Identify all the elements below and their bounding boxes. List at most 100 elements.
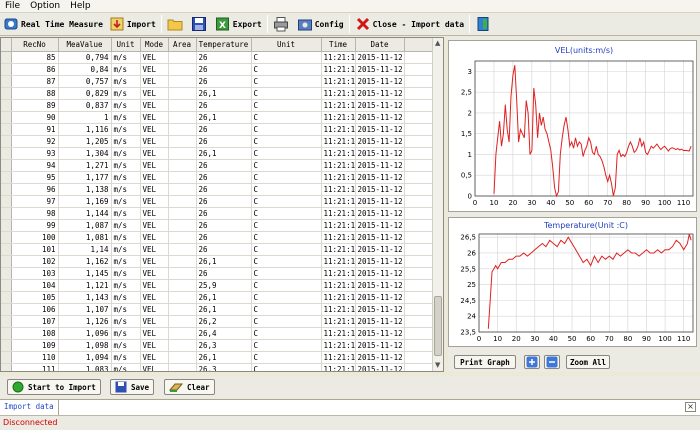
table-cell[interactable]: 1 <box>58 111 112 124</box>
table-cell[interactable]: 11:21:17 <box>321 243 356 256</box>
table-cell[interactable]: C <box>251 135 322 148</box>
table-cell[interactable]: m/s <box>111 51 141 64</box>
table-cell[interactable]: C <box>251 303 322 316</box>
clear-button[interactable]: Clear <box>164 379 215 395</box>
table-cell[interactable]: C <box>251 231 322 244</box>
row-indicator[interactable] <box>1 291 12 304</box>
table-cell[interactable]: 2015-11-12 <box>355 219 405 232</box>
table-cell[interactable] <box>168 171 197 184</box>
table-cell[interactable]: m/s <box>111 303 141 316</box>
row-indicator[interactable] <box>1 339 12 352</box>
column-header[interactable]: MeaValue <box>58 38 112 52</box>
row-indicator[interactable] <box>1 219 12 232</box>
table-cell[interactable]: 11:21:17 <box>321 171 356 184</box>
table-cell[interactable]: m/s <box>111 243 141 256</box>
table-cell[interactable] <box>168 243 197 256</box>
column-header[interactable]: Time <box>321 38 356 52</box>
table-cell[interactable]: 91 <box>11 123 59 136</box>
table-cell[interactable]: 1,205 <box>58 135 112 148</box>
table-cell[interactable]: C <box>251 219 322 232</box>
table-cell[interactable]: 93 <box>11 147 59 160</box>
table-cell[interactable]: m/s <box>111 135 141 148</box>
table-cell[interactable]: 1,144 <box>58 207 112 220</box>
table-cell[interactable]: m/s <box>111 171 141 184</box>
table-row[interactable]: 880,829m/sVEL 26,1C11:21:172015-11-12 <box>1 87 435 100</box>
table-cell[interactable]: 1,098 <box>58 339 112 352</box>
table-cell[interactable]: 1,081 <box>58 231 112 244</box>
table-cell[interactable]: C <box>251 207 322 220</box>
table-cell[interactable]: VEL <box>140 63 169 76</box>
table-cell[interactable]: m/s <box>111 99 141 112</box>
table-cell[interactable]: 97 <box>11 195 59 208</box>
table-cell[interactable]: 0,794 <box>58 51 112 64</box>
table-cell[interactable]: m/s <box>111 63 141 76</box>
table-cell[interactable]: 11:21:17 <box>321 279 356 292</box>
table-cell[interactable]: 1,138 <box>58 183 112 196</box>
table-cell[interactable]: 99 <box>11 219 59 232</box>
table-cell[interactable]: 2015-11-12 <box>355 207 405 220</box>
row-indicator[interactable] <box>1 183 12 196</box>
table-cell[interactable]: 26 <box>196 159 252 172</box>
table-cell[interactable]: 2015-11-12 <box>355 351 405 364</box>
table-cell[interactable]: VEL <box>140 171 169 184</box>
table-cell[interactable]: 87 <box>11 75 59 88</box>
table-cell[interactable]: 2015-11-12 <box>355 135 405 148</box>
table-cell[interactable]: C <box>251 267 322 280</box>
table-cell[interactable]: 11:21:17 <box>321 315 356 328</box>
row-indicator[interactable] <box>1 267 12 280</box>
table-cell[interactable]: 26,2 <box>196 315 252 328</box>
start-import-button[interactable]: Start to Import <box>7 379 101 395</box>
import-button[interactable]: Import <box>106 14 159 35</box>
table-cell[interactable]: C <box>251 183 322 196</box>
table-cell[interactable]: 1,083 <box>58 363 112 371</box>
table-cell[interactable]: 11:21:17 <box>321 75 356 88</box>
table-cell[interactable]: 26,4 <box>196 327 252 340</box>
table-cell[interactable]: 1,107 <box>58 303 112 316</box>
column-header[interactable]: Mode <box>140 38 169 52</box>
table-cell[interactable]: 2015-11-12 <box>355 87 405 100</box>
table-cell[interactable]: 11:21:17 <box>321 99 356 112</box>
table-cell[interactable]: m/s <box>111 111 141 124</box>
table-cell[interactable]: VEL <box>140 315 169 328</box>
row-indicator[interactable] <box>1 363 12 371</box>
table-cell[interactable]: VEL <box>140 147 169 160</box>
table-cell[interactable] <box>168 231 197 244</box>
row-indicator[interactable] <box>1 111 12 124</box>
row-indicator[interactable] <box>1 159 12 172</box>
table-cell[interactable]: C <box>251 147 322 160</box>
table-cell[interactable]: 11:21:17 <box>321 123 356 136</box>
table-row[interactable]: 931,304m/sVEL 26,1C11:21:172015-11-12 <box>1 147 435 160</box>
table-cell[interactable]: VEL <box>140 267 169 280</box>
row-indicator[interactable] <box>1 327 12 340</box>
table-cell[interactable]: C <box>251 75 322 88</box>
row-indicator[interactable] <box>1 255 12 268</box>
column-header[interactable]: Unit <box>111 38 141 52</box>
table-cell[interactable]: 0,757 <box>58 75 112 88</box>
table-row[interactable]: 890,837m/sVEL 26C11:21:172015-11-12 <box>1 99 435 112</box>
zoom-out-button[interactable] <box>544 355 560 369</box>
table-cell[interactable]: 11:21:17 <box>321 267 356 280</box>
table-cell[interactable]: 85 <box>11 51 59 64</box>
table-cell[interactable]: 1,162 <box>58 255 112 268</box>
row-indicator[interactable] <box>1 195 12 208</box>
table-cell[interactable]: C <box>251 111 322 124</box>
print-button[interactable] <box>270 14 294 35</box>
table-cell[interactable] <box>168 159 197 172</box>
table-cell[interactable]: 26 <box>196 195 252 208</box>
column-header[interactable]: Temperature <box>196 38 252 52</box>
table-cell[interactable]: 26,1 <box>196 111 252 124</box>
row-indicator[interactable] <box>1 123 12 136</box>
table-row[interactable]: 1111,083m/sVEL 26,3C11:21:182015-11-12 <box>1 363 435 371</box>
row-indicator[interactable] <box>1 303 12 316</box>
table-cell[interactable] <box>168 279 197 292</box>
table-cell[interactable]: m/s <box>111 231 141 244</box>
table-cell[interactable]: VEL <box>140 195 169 208</box>
table-cell[interactable]: 2015-11-12 <box>355 279 405 292</box>
table-cell[interactable]: 1,169 <box>58 195 112 208</box>
table-cell[interactable]: C <box>251 171 322 184</box>
table-cell[interactable]: 26 <box>196 75 252 88</box>
table-cell[interactable]: 94 <box>11 159 59 172</box>
table-cell[interactable]: 11:21:17 <box>321 111 356 124</box>
table-cell[interactable]: 102 <box>11 255 59 268</box>
table-cell[interactable]: 95 <box>11 171 59 184</box>
